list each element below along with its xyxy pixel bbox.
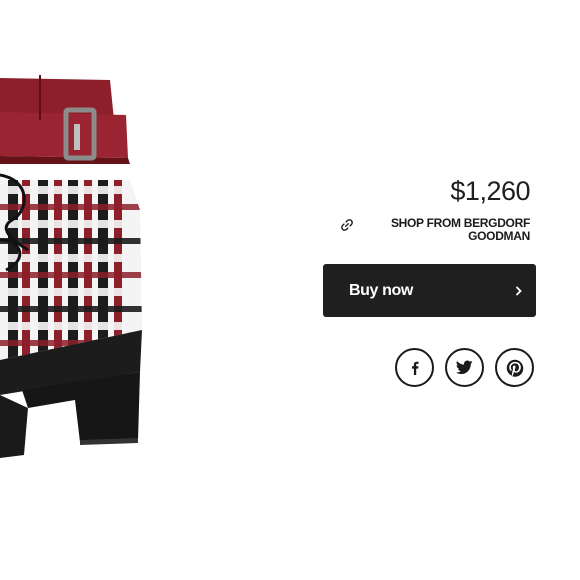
retailer-link-label: SHOP FROM BERGDORF GOODMAN (390, 216, 530, 243)
product-price: $1,260 (450, 176, 530, 206)
twitter-share-button[interactable] (445, 348, 484, 387)
facebook-share-button[interactable] (395, 348, 434, 387)
buy-now-button[interactable]: Buy now (323, 264, 536, 317)
twitter-icon (456, 360, 473, 375)
share-buttons (395, 348, 534, 387)
link-icon (341, 219, 353, 231)
chevron-right-icon (516, 286, 522, 295)
product-boot-image (0, 75, 142, 458)
pinterest-share-button[interactable] (495, 348, 534, 387)
pinterest-icon (506, 359, 523, 377)
buy-now-label: Buy now (349, 281, 413, 299)
facebook-icon (411, 361, 419, 375)
retailer-link[interactable]: SHOP FROM BERGDORF GOODMAN (340, 217, 530, 243)
